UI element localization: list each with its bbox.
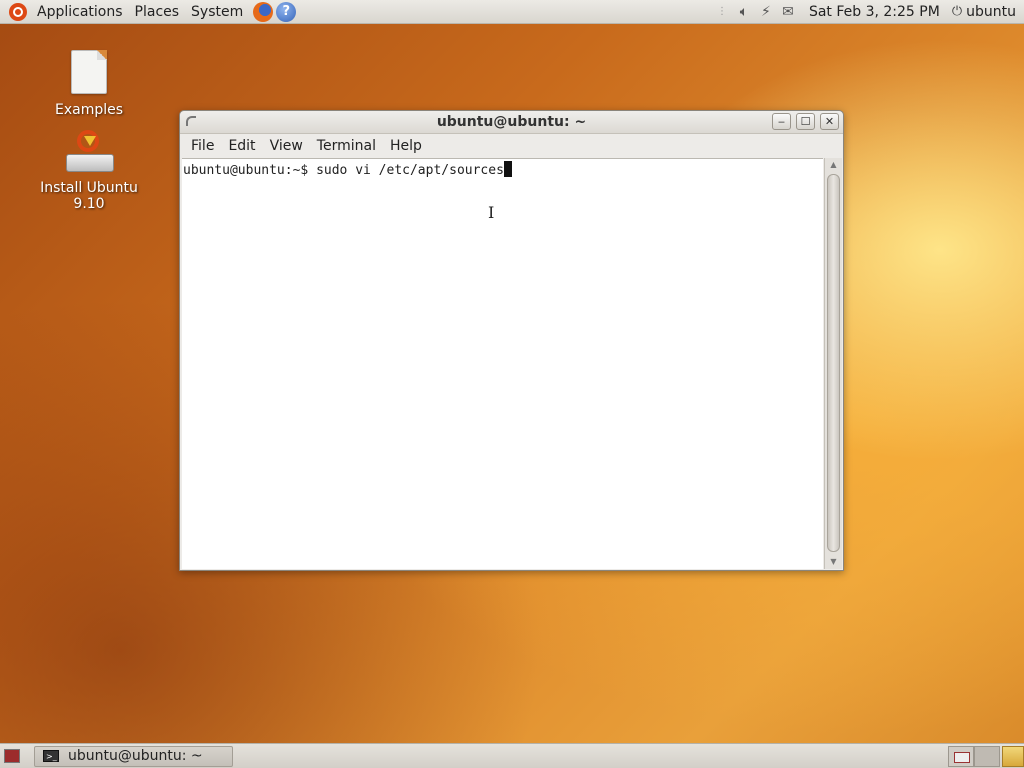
scroll-thumb[interactable]	[827, 174, 840, 552]
ubuntu-logo-icon[interactable]	[9, 2, 27, 21]
ibeam-cursor-icon: I	[488, 203, 495, 222]
drag-handle-icon: ⋮	[716, 6, 727, 17]
terminal-window: ubuntu@ubuntu: ~ ‒ ☐ ✕ File Edit View Te…	[179, 110, 844, 571]
clock[interactable]: Sat Feb 3, 2:25 PM	[799, 4, 948, 20]
install-icon	[64, 130, 114, 174]
desktop-icon-examples[interactable]: Examples	[40, 50, 138, 118]
menu-view[interactable]: View	[263, 138, 310, 154]
terminal-output[interactable]: ubuntu@ubuntu:~$ sudo vi /etc/apt/source…	[182, 158, 823, 569]
minimize-button[interactable]: ‒	[772, 113, 791, 130]
text-cursor	[503, 161, 512, 177]
workspace-2[interactable]	[974, 745, 1000, 767]
desktop-icon-label: Examples	[54, 102, 124, 118]
workspace-switcher	[948, 745, 1000, 767]
close-button[interactable]: ✕	[820, 113, 839, 130]
window-titlebar[interactable]: ubuntu@ubuntu: ~ ‒ ☐ ✕	[180, 111, 843, 134]
user-name: ubuntu	[966, 3, 1016, 20]
help-icon[interactable]: ?	[276, 1, 297, 22]
bottom-panel: >_ ubuntu@ubuntu: ~	[0, 743, 1024, 768]
menu-help[interactable]: Help	[383, 138, 429, 154]
workspace-1[interactable]	[948, 745, 974, 767]
applications-menu[interactable]: Applications	[31, 4, 129, 20]
menu-terminal[interactable]: Terminal	[310, 138, 383, 154]
menu-group: Applications Places System ?	[0, 0, 297, 24]
window-controls: ‒ ☐ ✕	[772, 113, 839, 130]
system-menu[interactable]: System	[185, 4, 249, 20]
show-desktop-icon[interactable]	[4, 749, 20, 763]
scroll-down-arrow-icon[interactable]: ▼	[825, 555, 842, 569]
taskbar-label: ubuntu@ubuntu: ~	[68, 748, 203, 764]
desktop-icon-label: Install Ubuntu 9.10	[40, 180, 138, 212]
menu-file[interactable]: File	[184, 138, 221, 154]
power-icon: ⏻	[951, 4, 963, 19]
desktop-icon-install[interactable]: Install Ubuntu 9.10	[24, 130, 154, 212]
top-panel: Applications Places System ? ⋮ 🔈︎ ⚡︎ ✉︎ …	[0, 0, 1024, 24]
scroll-up-arrow-icon[interactable]: ▲	[825, 158, 842, 172]
menu-edit[interactable]: Edit	[221, 138, 262, 154]
taskbar-terminal-button[interactable]: >_ ubuntu@ubuntu: ~	[34, 745, 233, 767]
mail-icon[interactable]: ✉︎	[777, 4, 799, 20]
trash-icon[interactable]	[1002, 745, 1024, 767]
shell-prompt: ubuntu@ubuntu:~$	[183, 163, 317, 178]
window-title: ubuntu@ubuntu: ~	[436, 114, 587, 130]
system-tray: ⋮ 🔈︎ ⚡︎ ✉︎ Sat Feb 3, 2:25 PM ⏻ ubuntu	[711, 0, 1024, 24]
user-switcher[interactable]: ⏻ ubuntu	[948, 4, 1024, 20]
places-menu[interactable]: Places	[129, 4, 186, 20]
volume-icon[interactable]: 🔈︎	[733, 4, 755, 20]
terminal-menubar: File Edit View Terminal Help	[180, 134, 843, 158]
document-icon	[71, 50, 107, 94]
network-icon[interactable]: ⚡︎	[755, 4, 777, 20]
vertical-scrollbar[interactable]: ▲ ▼	[824, 158, 842, 569]
shell-command: sudo vi /etc/apt/sources	[316, 163, 504, 178]
maximize-button[interactable]: ☐	[796, 113, 815, 130]
terminal-icon: >_	[43, 750, 59, 762]
firefox-icon[interactable]	[253, 1, 274, 22]
